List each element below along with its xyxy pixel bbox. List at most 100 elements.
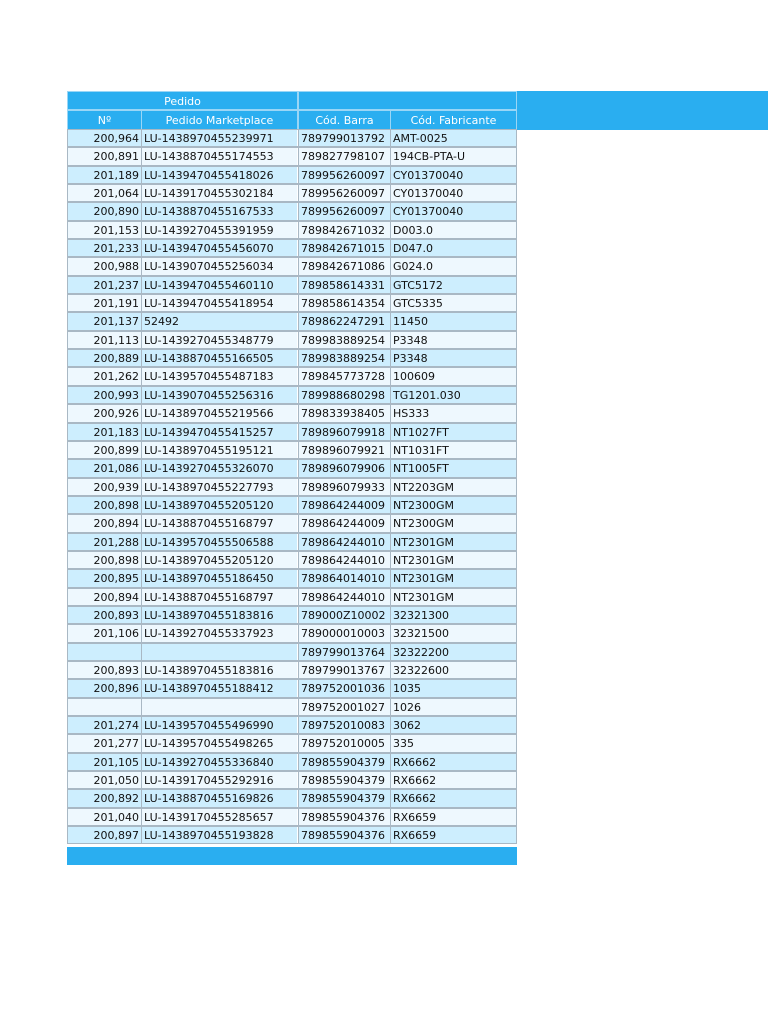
cell-cod-barra[interactable]: 789896079906 [298,459,391,478]
cell-pedido-marketplace[interactable]: LU-1439070455256316 [141,385,298,405]
cell-cod-fabricante[interactable]: 3062 [390,716,517,735]
cell-pedido-marketplace[interactable]: LU-1439470455456070 [141,239,298,258]
cell-cod-fabricante[interactable]: NT2203GM [390,477,517,496]
cell-pedido-marketplace[interactable]: LU-1438870455169826 [141,789,298,808]
cell-pedido-marketplace[interactable]: LU-1439070455256034 [141,257,298,276]
cell-pedido-num[interactable]: 201,064 [67,184,142,203]
cell-pedido-marketplace[interactable]: LU-1438870455174553 [141,147,298,166]
table-row[interactable]: 201,262 LU-1439570455487183 789845773728 10… [67,367,517,386]
table-row[interactable]: 200,895 LU-1438970455186450 789864014010 NT… [67,569,517,588]
cell-pedido-num[interactable]: 201,086 [67,459,142,478]
cell-cod-fabricante[interactable]: CY01370040 [390,165,517,185]
cell-pedido-marketplace[interactable]: LU-1438870455166505 [141,349,298,368]
cell-cod-barra[interactable]: 789956260097 [298,184,391,203]
table-row[interactable]: 201,064 LU-1439170455302184 789956260097 CY… [67,184,517,203]
table-row[interactable]: 201,153 LU-1439270455391959 789842671032 D0… [67,220,517,240]
cell-pedido-marketplace[interactable]: LU-1438970455239971 [141,129,298,148]
cell-cod-barra[interactable]: 789827798107 [298,147,391,166]
table-row[interactable]: 200,898 LU-1438970455205120 789864244010 NT… [67,550,517,570]
cell-pedido-num[interactable]: 201,137 [67,312,142,331]
cell-pedido-marketplace[interactable]: LU-1438970455205120 [141,550,298,570]
cell-cod-barra[interactable]: 789864244009 [298,514,391,533]
cell-pedido-num[interactable]: 201,288 [67,532,142,551]
cell-pedido-num[interactable] [67,642,142,661]
cell-cod-barra[interactable]: 789862247291 [298,312,391,331]
cell-cod-fabricante[interactable]: NT2301GM [390,587,517,606]
table-row[interactable]: 201,105 LU-1439270455336840 789855904379 RX… [67,752,517,772]
cell-cod-barra[interactable]: 789864244009 [298,495,391,515]
cell-pedido-marketplace[interactable]: LU-1439570455496990 [141,716,298,735]
table-row[interactable]: 200,894 LU-1438870455168797 789864244010 NT… [67,587,517,606]
cell-pedido-marketplace[interactable] [141,697,298,716]
table-row[interactable]: 201,106 LU-1439270455337923 789000010003 32… [67,624,517,643]
cell-pedido-marketplace[interactable]: LU-1439170455292916 [141,771,298,790]
cell-pedido-marketplace[interactable]: LU-1439570455506588 [141,532,298,551]
table-row[interactable]: 201,274 LU-1439570455496990 789752010083 30… [67,716,517,735]
cell-cod-fabricante[interactable]: TG1201.030 [390,385,517,405]
cell-pedido-marketplace[interactable]: LU-1438970455183816 [141,660,298,680]
column-header-num[interactable]: Nº [67,110,142,130]
cell-pedido-marketplace[interactable]: LU-1439470455415257 [141,422,298,441]
cell-cod-fabricante[interactable]: AMT-0025 [390,129,517,148]
cell-cod-fabricante[interactable]: P3348 [390,349,517,368]
cell-pedido-num[interactable]: 201,274 [67,716,142,735]
cell-pedido-num[interactable]: 201,040 [67,807,142,827]
cell-cod-fabricante[interactable]: D003.0 [390,220,517,240]
cell-cod-fabricante[interactable]: NT2301GM [390,569,517,588]
cell-cod-fabricante[interactable]: NT2300GM [390,495,517,515]
table-row[interactable]: 201,086 LU-1439270455326070 789896079906 NT… [67,459,517,478]
cell-pedido-num[interactable]: 201,189 [67,165,142,185]
cell-cod-barra[interactable]: 789833938405 [298,404,391,423]
table-row[interactable]: 200,926 LU-1438970455219566 789833938405 HS… [67,404,517,423]
table-row[interactable]: 200,892 LU-1438870455169826 789855904379 RX… [67,789,517,808]
cell-pedido-num[interactable]: 201,277 [67,734,142,753]
cell-pedido-marketplace[interactable]: LU-1438970455227793 [141,477,298,496]
cell-cod-fabricante[interactable]: CY01370040 [390,184,517,203]
cell-cod-fabricante[interactable]: NT2301GM [390,550,517,570]
cell-cod-fabricante[interactable]: RX6659 [390,826,517,845]
table-row[interactable]: 200,939 LU-1438970455227793 789896079933 NT… [67,477,517,496]
cell-cod-fabricante[interactable]: NT2301GM [390,532,517,551]
cell-pedido-marketplace[interactable]: LU-1439170455285657 [141,807,298,827]
cell-cod-barra[interactable]: 789799013764 [298,642,391,661]
cell-pedido-num[interactable]: 201,050 [67,771,142,790]
table-row[interactable]: 201,050 LU-1439170455292916 789855904379 RX… [67,771,517,790]
table-row[interactable]: 201,040 LU-1439170455285657 789855904376 RX… [67,807,517,827]
cell-cod-fabricante[interactable]: NT1027FT [390,422,517,441]
table-row[interactable]: 200,889 LU-1438870455166505 789983889254 P3… [67,349,517,368]
cell-pedido-num[interactable]: 200,892 [67,789,142,808]
cell-cod-barra[interactable]: 789855904379 [298,752,391,772]
cell-cod-fabricante[interactable]: D047.0 [390,239,517,258]
cell-cod-barra[interactable]: 789752010005 [298,734,391,753]
cell-cod-barra[interactable]: 789000010003 [298,624,391,643]
table-row[interactable]: 200,964 LU-1438970455239971 789799013792 AM… [67,129,517,148]
cell-cod-barra[interactable]: 789956260097 [298,165,391,185]
cell-cod-barra[interactable]: 789842671032 [298,220,391,240]
cell-pedido-num[interactable]: 201,233 [67,239,142,258]
cell-cod-fabricante[interactable]: P3348 [390,330,517,350]
cell-cod-barra[interactable]: 789845773728 [298,367,391,386]
cell-pedido-num[interactable]: 201,113 [67,330,142,350]
cell-cod-barra[interactable]: 789752010083 [298,716,391,735]
cell-cod-barra[interactable]: 789896079921 [298,440,391,460]
cell-cod-fabricante[interactable]: 32321300 [390,605,517,625]
cell-cod-barra[interactable]: 789799013792 [298,129,391,148]
cell-pedido-num[interactable]: 201,237 [67,275,142,295]
cell-pedido-marketplace[interactable] [141,642,298,661]
cell-pedido-marketplace[interactable]: LU-1438970455195121 [141,440,298,460]
cell-pedido-num[interactable]: 200,988 [67,257,142,276]
cell-pedido-num[interactable]: 201,153 [67,220,142,240]
cell-pedido-num[interactable]: 200,891 [67,147,142,166]
cell-pedido-marketplace[interactable]: LU-1439270455336840 [141,752,298,772]
table-row[interactable]: 200,891 LU-1438870455174553 789827798107 19… [67,147,517,166]
column-header-cod-barra[interactable]: Cód. Barra [298,110,391,130]
cell-pedido-num[interactable]: 200,964 [67,129,142,148]
cell-cod-fabricante[interactable]: 32321500 [390,624,517,643]
cell-cod-barra[interactable]: 789896079933 [298,477,391,496]
cell-cod-fabricante[interactable]: CY01370040 [390,202,517,221]
table-row[interactable]: 200,890 LU-1438870455167533 789956260097 CY… [67,202,517,221]
cell-pedido-marketplace[interactable]: LU-1439170455302184 [141,184,298,203]
table-row[interactable]: 200,893 LU-1438970455183816 789000Z10002 32… [67,605,517,625]
cell-cod-fabricante[interactable]: GTC5172 [390,275,517,295]
cell-pedido-marketplace[interactable]: LU-1438970455205120 [141,495,298,515]
